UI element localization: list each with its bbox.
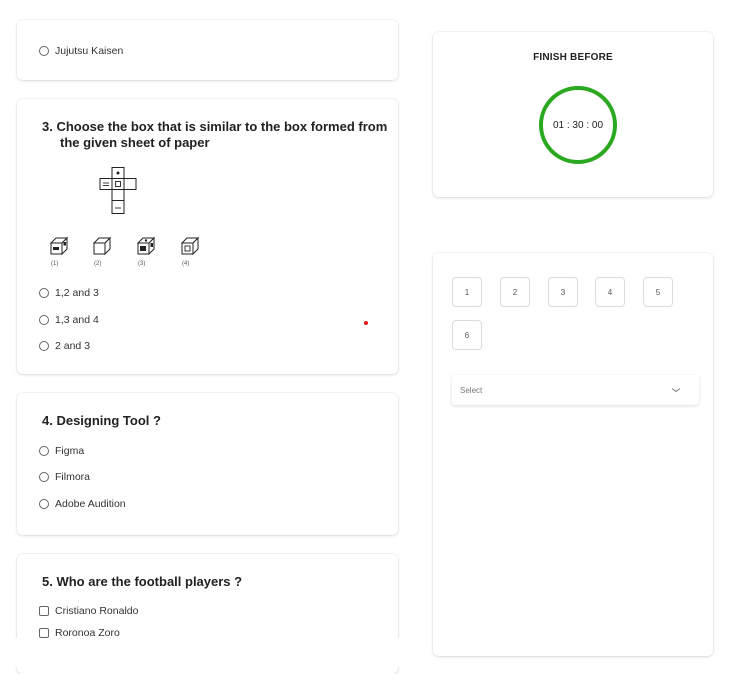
cube-option-2-icon — [92, 236, 112, 256]
paper-net-figure — [99, 167, 137, 214]
option-label: 1,2 and 3 — [55, 287, 99, 299]
cube-label-4: (4) — [182, 261, 190, 267]
timer-label: FINISH BEFORE — [533, 52, 613, 63]
timer-ring: 01 : 30 : 00 — [539, 86, 617, 164]
checkbox[interactable] — [39, 606, 49, 616]
content-clip-mask — [0, 638, 420, 667]
radio-button[interactable] — [39, 472, 49, 482]
option-label: 2 and 3 — [55, 340, 91, 352]
cube-option-4-icon — [180, 236, 200, 256]
question-select-dropdown[interactable]: Select — [452, 375, 699, 405]
radio-button[interactable] — [39, 499, 49, 509]
radio-button[interactable] — [39, 46, 49, 56]
question-navigator-card: 1 2 3 4 5 6 Select — [433, 253, 713, 656]
checkbox[interactable] — [39, 628, 49, 638]
cube-label-2: (2) — [94, 261, 102, 267]
option-label: Figma — [55, 445, 85, 457]
question-3-title-line-2: the given sheet of paper — [60, 135, 210, 150]
option-1-3-4[interactable]: 1,3 and 4 — [39, 314, 99, 326]
option-cristiano-ronaldo[interactable]: Cristiano Ronaldo — [39, 605, 138, 617]
cursor-dot — [364, 321, 368, 325]
question-nav-4[interactable]: 4 — [595, 277, 625, 307]
option-2-3[interactable]: 2 and 3 — [39, 340, 90, 352]
question-nav-5[interactable]: 5 — [643, 277, 673, 307]
option-label: Cristiano Ronaldo — [55, 605, 139, 617]
timer-value: 01 : 30 : 00 — [552, 119, 604, 131]
radio-button[interactable] — [39, 315, 49, 325]
option-filmora[interactable]: Filmora — [39, 471, 90, 483]
option-label: Filmora — [55, 471, 91, 483]
question-4-title: 4. Designing Tool ? — [42, 413, 161, 428]
option-label: 1,3 and 4 — [55, 314, 99, 326]
radio-button[interactable] — [39, 446, 49, 456]
cube-label-3: (3) — [138, 261, 146, 267]
timer-card: FINISH BEFORE 01 : 30 : 00 — [433, 32, 713, 197]
option-1-2-3[interactable]: 1,2 and 3 — [39, 287, 99, 299]
question-nav-1[interactable]: 1 — [452, 277, 482, 307]
question-nav-3[interactable]: 3 — [548, 277, 578, 307]
select-placeholder: Select — [460, 386, 483, 395]
cube-option-3-icon — [136, 236, 156, 256]
question-nav-6[interactable]: 6 — [452, 320, 482, 350]
question-2-card: Jujutsu Kaisen — [17, 20, 398, 80]
option-label: Jujutsu Kaisen — [55, 45, 124, 57]
option-jujutsu-kaisen[interactable]: Jujutsu Kaisen — [39, 45, 123, 57]
option-adobe-audition[interactable]: Adobe Audition — [39, 498, 126, 510]
chevron-down-icon — [671, 388, 681, 393]
option-label: Adobe Audition — [55, 498, 126, 510]
option-figma[interactable]: Figma — [39, 445, 84, 457]
question-4-card: 4. Designing Tool ? Figma Filmora Adobe … — [17, 393, 398, 535]
question-5-title: 5. Who are the football players ? — [42, 574, 243, 589]
question-3-title-line-1: 3. Choose the box that is similar to the… — [42, 119, 388, 134]
question-3-card: 3. Choose the box that is similar to the… — [17, 99, 398, 374]
question-3-title: 3. Choose the box that is similar to the… — [42, 119, 387, 151]
question-nav-2[interactable]: 2 — [500, 277, 530, 307]
radio-button[interactable] — [39, 288, 49, 298]
cube-option-1-icon — [49, 236, 69, 256]
cube-label-1: (1) — [51, 261, 59, 267]
radio-button[interactable] — [39, 341, 49, 351]
